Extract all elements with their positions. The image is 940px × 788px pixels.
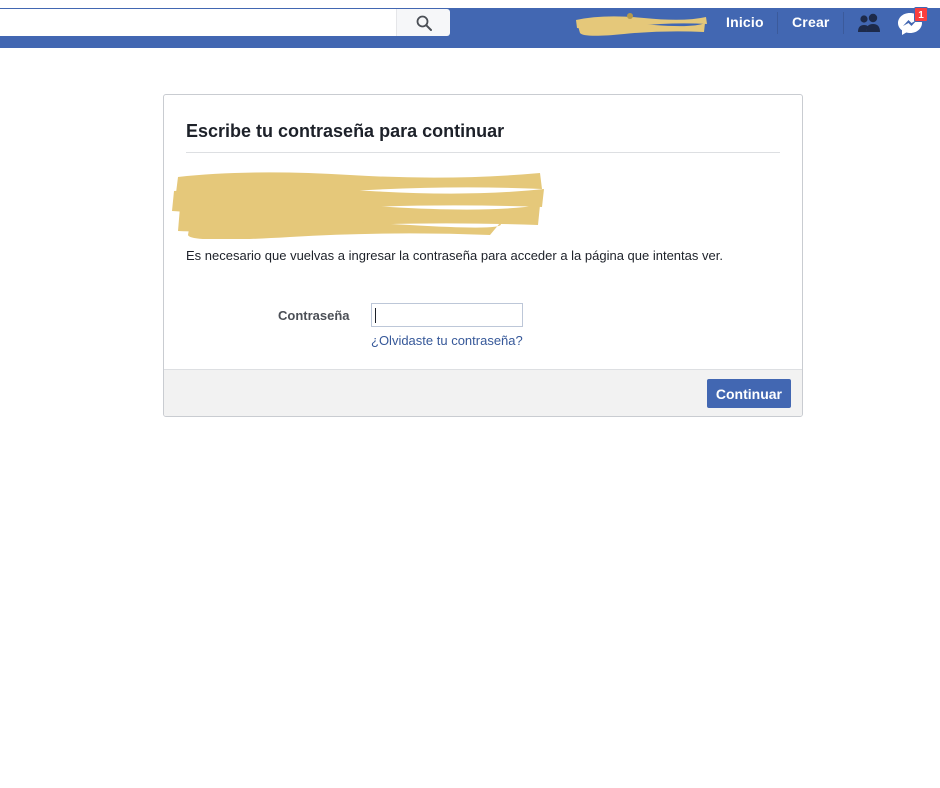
dialog-footer: Continuar [164, 369, 802, 416]
messenger-badge: 1 [914, 7, 928, 22]
redacted-account-name [172, 172, 544, 239]
password-label: Contraseña [278, 308, 350, 323]
friends-icon[interactable] [856, 11, 882, 35]
title-divider [186, 152, 780, 153]
forgot-password-link[interactable]: ¿Olvidaste tu contraseña? [371, 333, 523, 348]
password-field[interactable] [371, 303, 523, 327]
nav-separator [777, 12, 778, 34]
top-strip [0, 0, 940, 8]
redacted-username [576, 13, 707, 36]
continue-button[interactable]: Continuar [706, 379, 791, 408]
search-bar [0, 9, 450, 36]
dialog-description: Es necesario que vuelvas a ingresar la c… [186, 248, 723, 263]
nav-home-link[interactable]: Inicio [726, 14, 764, 30]
password-dialog: Escribe tu contraseña para continuar Es … [163, 94, 803, 417]
dialog-title: Escribe tu contraseña para continuar [186, 121, 505, 141]
text-cursor [375, 308, 376, 323]
search-icon [416, 15, 432, 31]
top-navigation-bar: Inicio Crear 1 [0, 0, 940, 48]
nav-separator [843, 12, 844, 34]
search-button[interactable] [396, 9, 450, 36]
nav-create-link[interactable]: Crear [792, 14, 830, 30]
search-input[interactable] [0, 9, 396, 36]
